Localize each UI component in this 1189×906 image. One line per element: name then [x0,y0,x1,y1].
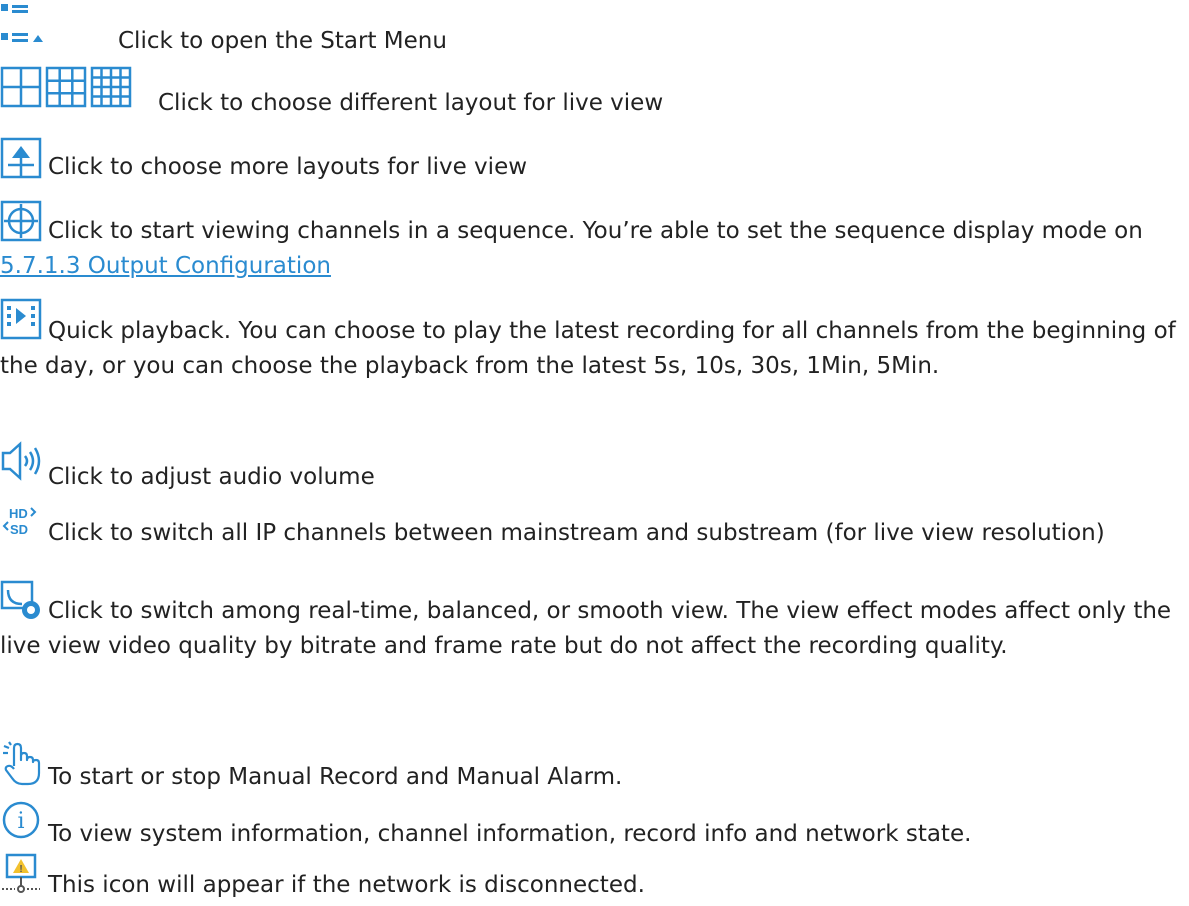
network-entry: ! This icon will appear if the network i… [0,853,1180,906]
start-menu-icon [0,2,80,54]
start-menu-entry: Click to open the Start Menu [0,0,1180,60]
hd-sd-text: Click to switch all IP channels between … [48,520,1105,546]
layout-grid-icons [0,63,180,113]
view-effect-text: Click to switch among real-time, balance… [0,598,1172,659]
view-effect-entry: Click to switch among real-time, balance… [0,578,1180,728]
audio-volume-icon [0,440,46,484]
more-layouts-entry: Click to choose more layouts for live vi… [0,130,1180,190]
manual-record-hand-icon [0,740,46,788]
layout-text: Click to choose different layout for liv… [158,90,664,116]
network-text: This icon will appear if the network is … [48,872,645,898]
quick-playback-entry: Quick playback. You can choose to play t… [0,296,1180,426]
info-entry: i To view system information, channel in… [0,800,1180,855]
more-layouts-text: Click to choose more layouts for live vi… [48,154,528,180]
audio-entry: Click to adjust audio volume [0,440,1180,500]
info-text: To view system information, channel info… [48,821,972,847]
help-document: Click to open the Start Menu Click to ch… [0,0,1189,906]
sequence-text-body: Click to start viewing channels in a seq… [48,218,1143,244]
layout-entry: Click to choose different layout for liv… [0,63,1180,133]
audio-text: Click to adjust audio volume [48,464,375,490]
manual-record-text: To start or stop Manual Record and Manua… [48,764,623,790]
info-icon: i [0,800,46,844]
start-menu-text: Click to open the Start Menu [118,28,447,54]
info-glyph: i [17,809,24,834]
hd-sd-entry: HD SD Click to switch all IP channels be… [0,503,1180,583]
quick-playback-text: Quick playback. You can choose to play t… [0,318,1176,379]
network-disconnected-icon: ! [0,853,46,899]
manual-record-entry: To start or stop Manual Record and Manua… [0,740,1180,800]
sequence-entry: Click to start viewing channels in a seq… [0,196,1180,296]
more-layouts-icon [0,136,46,180]
sequence-text: Click to start viewing channels in a seq… [0,214,1180,284]
output-configuration-link[interactable]: 5.7.1.3 Output Configuration [0,253,331,279]
warning-glyph: ! [19,864,22,875]
